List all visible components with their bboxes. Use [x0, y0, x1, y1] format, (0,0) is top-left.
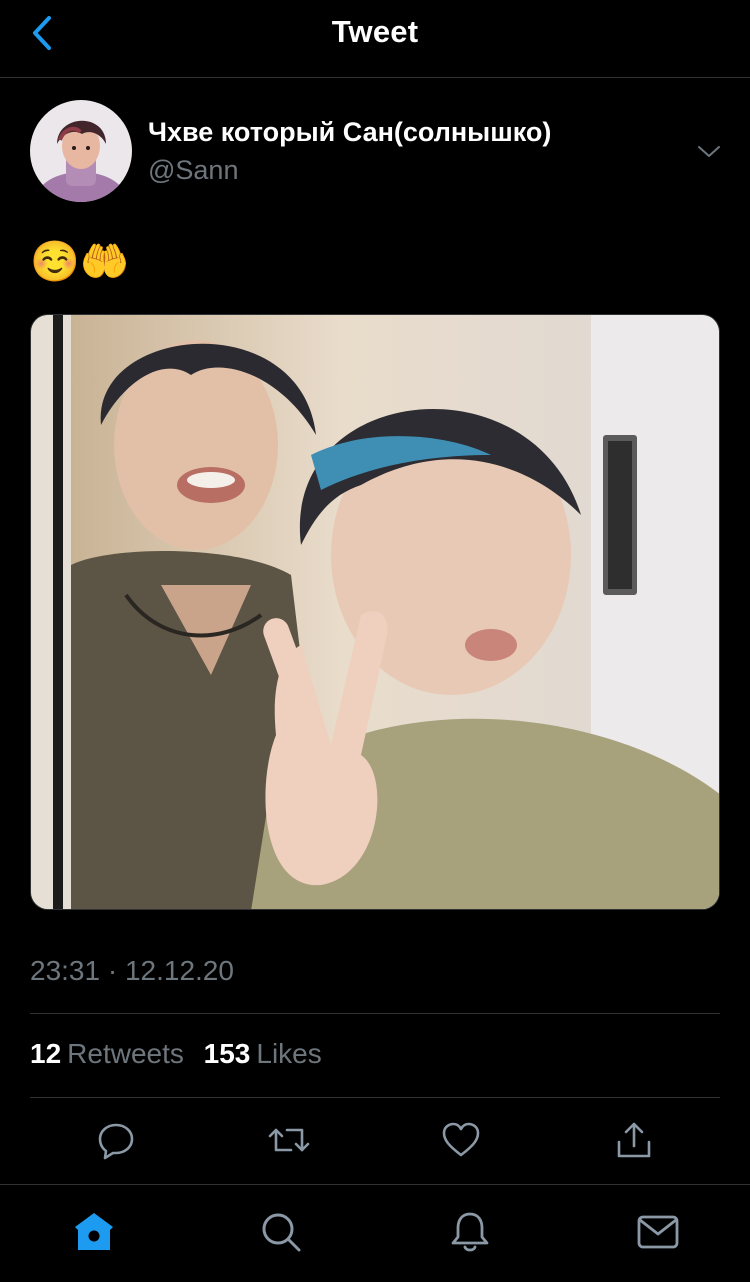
- tweet-timestamp: 23:31 · 12.12.20: [30, 955, 234, 986]
- likes-count: 153: [203, 1038, 251, 1069]
- bottom-tab-bar: [0, 1184, 750, 1282]
- retweets-count: 12: [30, 1038, 62, 1069]
- notifications-icon: [451, 1212, 489, 1252]
- page-title: Tweet: [331, 14, 419, 49]
- tab-notifications[interactable]: [440, 1207, 500, 1257]
- divider: [30, 1097, 720, 1098]
- divider: [30, 1013, 720, 1014]
- author-handle[interactable]: @Sann: [148, 155, 238, 186]
- tab-home[interactable]: [64, 1207, 124, 1257]
- reply-button[interactable]: [90, 1112, 142, 1168]
- tab-search[interactable]: [251, 1207, 311, 1257]
- reply-icon: [98, 1123, 134, 1160]
- avatar[interactable]: [30, 100, 132, 202]
- share-icon: [617, 1122, 651, 1158]
- more-options-button[interactable]: [692, 138, 726, 166]
- retweet-icon: [268, 1128, 310, 1152]
- search-icon: [262, 1213, 301, 1252]
- author-name[interactable]: Чхве который Сан(солнышко): [148, 117, 551, 148]
- tweet-action-bar: [30, 1112, 720, 1172]
- tweet-author: Чхве который Сан(солнышко) @Sann: [30, 100, 720, 204]
- like-icon: [442, 1122, 480, 1157]
- messages-icon: [637, 1215, 679, 1249]
- like-button[interactable]: [435, 1112, 487, 1168]
- retweets-stat[interactable]: 12 Retweets: [30, 1038, 184, 1070]
- top-nav-bar: Tweet: [0, 0, 750, 78]
- retweets-label: Retweets: [67, 1038, 184, 1069]
- tweet-text: ☺️🤲: [30, 240, 130, 284]
- avatar-image: [30, 100, 132, 202]
- chevron-down-icon: [698, 146, 720, 157]
- photo-image: [31, 315, 719, 909]
- tweet-photo[interactable]: [30, 314, 720, 910]
- share-button[interactable]: [608, 1112, 660, 1168]
- tab-messages[interactable]: [628, 1207, 688, 1257]
- likes-stat[interactable]: 153 Likes: [204, 1038, 322, 1070]
- retweet-button[interactable]: [263, 1112, 315, 1168]
- tweet-stats: 12 Retweets 153 Likes: [30, 1038, 334, 1070]
- likes-label: Likes: [256, 1038, 322, 1069]
- home-icon: [75, 1213, 113, 1250]
